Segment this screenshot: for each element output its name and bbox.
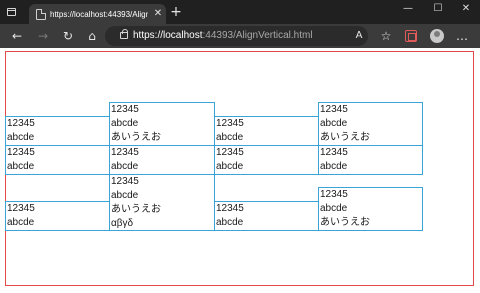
cell-line: あいうえお [320, 217, 370, 228]
cell-line: abcde [7, 217, 35, 228]
cell-line: abcde [320, 118, 348, 129]
cell-line: abcde [111, 118, 139, 129]
cell-line: 12345 [216, 118, 244, 129]
cell-line: 12345 [7, 118, 35, 129]
forward-button[interactable]: → [35, 28, 51, 44]
minimize-button[interactable]: — [398, 2, 418, 16]
cell-line: 12345 [320, 189, 348, 200]
cell-line: αβγδ [111, 218, 134, 229]
new-tab-button[interactable]: + [170, 5, 182, 19]
url-text[interactable]: https://localhost:44393/AlignVertical.ht… [133, 30, 313, 42]
title-bar: https://localhost:44393/AlignVerti ✕ + —… [0, 0, 480, 25]
page-favicon-icon [36, 9, 46, 20]
maximize-button[interactable]: ☐ [428, 2, 448, 16]
grid-cell: 12345 abcde [5, 145, 110, 175]
url-host: https://localhost [133, 30, 203, 41]
cell-line: abcde [216, 161, 244, 172]
cell-line: abcde [7, 132, 35, 143]
url-path: :44393/AlignVertical.html [202, 30, 313, 41]
cell-line: あいうえお [111, 204, 161, 215]
cell-line: 12345 [7, 147, 35, 158]
cell-line: あいうえお [111, 132, 161, 143]
address-bar[interactable]: https://localhost:44393/AlignVertical.ht… [105, 26, 368, 46]
close-window-button[interactable]: ✕ [456, 2, 476, 16]
tab-title: https://localhost:44393/AlignVerti [50, 10, 148, 19]
tab-close-icon[interactable]: ✕ [153, 8, 163, 20]
grid-cell: 12345 abcde [214, 116, 319, 146]
cell-line: 12345 [320, 147, 348, 158]
favorites-icon[interactable]: ☆ [378, 28, 394, 44]
cell-line: abcde [7, 161, 35, 172]
grid-cell: 12345 abcde あいうえお [318, 102, 423, 146]
lock-icon[interactable] [120, 29, 128, 39]
more-menu-icon[interactable]: … [454, 28, 470, 44]
cell-line: abcde [111, 190, 139, 201]
cell-line: 12345 [216, 147, 244, 158]
cell-line: 12345 [111, 104, 139, 115]
cell-line: 12345 [7, 203, 35, 214]
refresh-button[interactable]: ↻ [60, 28, 76, 44]
cell-line: 12345 [320, 104, 348, 115]
cell-line: abcde [216, 217, 244, 228]
cell-line: abcde [111, 161, 139, 172]
grid-cell: 12345 abcde [318, 145, 423, 175]
cell-line: 12345 [216, 203, 244, 214]
cell-line: abcde [216, 132, 244, 143]
tab-actions-icon[interactable] [7, 8, 16, 16]
grid-cell: 12345 abcde [214, 201, 319, 231]
browser-tab[interactable]: https://localhost:44393/AlignVerti ✕ [29, 4, 166, 25]
cell-line: 12345 [111, 176, 139, 187]
grid-cell: 12345 abcde あいうえお αβγδ [109, 174, 215, 231]
grid-cell: 12345 abcde [109, 145, 215, 175]
collections-icon[interactable] [405, 30, 417, 42]
grid-cell: 12345 abcde あいうえお [109, 102, 215, 146]
back-button[interactable]: ← [9, 28, 25, 44]
home-button[interactable]: ⌂ [84, 28, 100, 44]
read-aloud-icon[interactable]: A [351, 28, 367, 44]
page-content: 12345 abcde 12345 abcde あいうえお 12345 abcd… [0, 48, 480, 293]
grid-cell: 12345 abcde [5, 201, 110, 231]
cell-line: あいうえお [320, 132, 370, 143]
cell-line: 12345 [111, 147, 139, 158]
grid-cell: 12345 abcde [214, 145, 319, 175]
grid-cell: 12345 abcde [5, 116, 110, 146]
profile-avatar[interactable] [430, 29, 444, 43]
cell-line: abcde [320, 203, 348, 214]
grid-cell: 12345 abcde あいうえお [318, 187, 423, 231]
cell-line: abcde [320, 161, 348, 172]
